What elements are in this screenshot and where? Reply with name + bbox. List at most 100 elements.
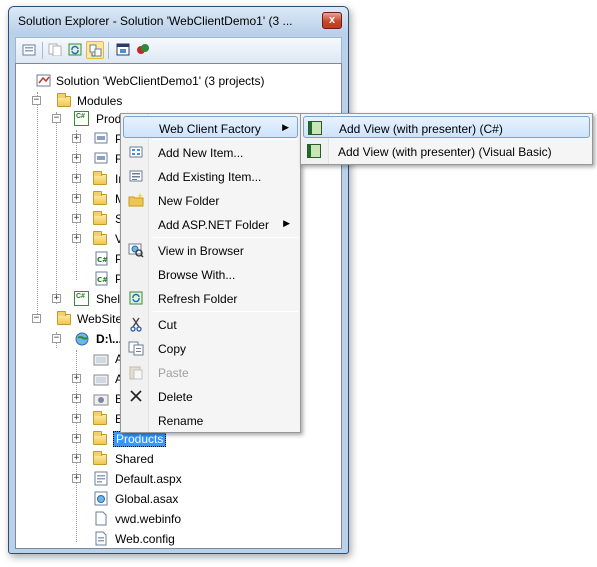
show-all-files-button[interactable] — [46, 41, 64, 59]
expand-toggle[interactable]: + — [72, 194, 81, 203]
expand-toggle[interactable]: + — [72, 374, 81, 383]
menu-item-label: Browse With... — [158, 268, 236, 282]
menu-item-label: Rename — [158, 414, 204, 428]
references-icon — [94, 152, 108, 164]
add-view-icon — [308, 121, 322, 135]
nest-related-files-button[interactable] — [86, 41, 104, 59]
menu-item-delete[interactable]: Delete — [123, 385, 298, 407]
tree-label: Global.asax — [115, 492, 179, 506]
nest-related-files-icon — [89, 44, 102, 57]
tree-node-website-root[interactable]: − D:\...\ — [16, 330, 136, 348]
expand-toggle[interactable]: + — [72, 394, 81, 403]
menu-item-copy[interactable]: Copy — [123, 337, 298, 359]
menu-item-label: Add View (with presenter) (Visual Basic) — [338, 145, 552, 159]
tree-node-child[interactable]: + Re — [16, 150, 136, 168]
collapse-toggle[interactable]: − — [32, 96, 41, 105]
copy-website-button[interactable] — [134, 41, 152, 59]
tree-node-child[interactable]: + Int — [16, 170, 136, 188]
tree-node-child[interactable]: Ap — [16, 350, 136, 368]
tree-node-child[interactable]: + Bin — [16, 390, 136, 408]
title-bar[interactable]: Solution Explorer - Solution 'WebClientD… — [9, 7, 348, 35]
folder-open-icon — [57, 93, 71, 107]
menu-item-label: New Folder — [158, 194, 220, 208]
tree-label: Shell — [96, 292, 123, 306]
menu-item-label: Refresh Folder — [158, 292, 238, 306]
tree-node-default-aspx[interactable]: + Default.aspx — [16, 470, 216, 488]
menu-item-add-view-csharp[interactable]: Add View (with presenter) (C#) — [303, 116, 590, 138]
refresh-folder-icon — [129, 291, 143, 305]
menu-item-label: Add View (with presenter) (C#) — [339, 122, 503, 136]
app-folder-icon — [93, 374, 109, 386]
tree-node-child[interactable]: + Ap — [16, 370, 136, 388]
collapse-toggle[interactable]: − — [32, 314, 41, 323]
collapse-toggle[interactable]: − — [52, 334, 61, 343]
view-designer-icon — [116, 43, 130, 56]
config-file-icon — [95, 531, 107, 546]
tree-node-global-asax[interactable]: Global.asax — [16, 490, 216, 508]
menu-item-add-view-vb[interactable]: Add View (with presenter) (Visual Basic) — [303, 140, 590, 162]
menu-item-rename[interactable]: Rename — [123, 409, 298, 431]
add-new-item-icon — [129, 146, 143, 158]
tree-node-modules[interactable]: − Modules — [16, 92, 336, 110]
tree-node-vwd-webinfo[interactable]: vwd.webinfo — [16, 510, 216, 528]
menu-separator — [153, 237, 298, 238]
expand-toggle[interactable]: + — [72, 134, 81, 143]
web-client-factory-submenu: Add View (with presenter) (C#) Add View … — [300, 113, 593, 165]
tree-node-solution[interactable]: Solution 'WebClientDemo1' (3 projects) — [16, 72, 336, 90]
submenu-arrow-icon: ▶ — [282, 122, 289, 132]
new-folder-icon — [128, 193, 144, 207]
expand-toggle[interactable]: + — [72, 434, 81, 443]
menu-item-label: View in Browser — [158, 244, 244, 258]
properties-button[interactable] — [20, 41, 38, 59]
tree-node-child[interactable]: + Err — [16, 410, 136, 428]
csharp-file-icon: C# — [95, 251, 108, 266]
menu-item-label: Add ASP.NET Folder — [158, 218, 269, 232]
expand-toggle[interactable]: + — [72, 174, 81, 183]
tree-label: Default.aspx — [115, 472, 182, 486]
menu-item-label: Add Existing Item... — [158, 170, 262, 184]
svg-text:C#: C# — [97, 276, 108, 284]
menu-item-refresh-folder[interactable]: Refresh Folder — [123, 287, 298, 309]
menu-item-add-aspnet-folder[interactable]: Add ASP.NET Folder ▶ — [123, 213, 298, 235]
tree-node-child[interactable]: C# Pre — [16, 250, 136, 268]
expand-toggle[interactable]: + — [72, 234, 81, 243]
folder-icon — [93, 231, 107, 245]
tree-node-child[interactable]: + Vie — [16, 230, 136, 248]
tree-node-child[interactable]: C# Pre — [16, 270, 136, 288]
tree-node-child[interactable]: + Se — [16, 210, 136, 228]
solution-icon — [36, 74, 51, 87]
expand-toggle[interactable]: + — [72, 454, 81, 463]
close-button[interactable]: x — [322, 12, 342, 29]
menu-item-label: Add New Item... — [158, 146, 244, 160]
view-designer-button[interactable] — [114, 41, 132, 59]
tree-node-shared[interactable]: + Shared — [16, 450, 176, 468]
expand-toggle[interactable]: + — [72, 474, 81, 483]
collapse-toggle[interactable]: − — [52, 114, 61, 123]
tree-node-child[interactable]: + Mo — [16, 190, 136, 208]
expand-toggle[interactable]: + — [72, 154, 81, 163]
tree-label: Solution 'WebClientDemo1' (3 projects) — [56, 74, 265, 88]
folder-icon — [93, 191, 107, 205]
menu-item-new-folder[interactable]: New Folder — [123, 189, 298, 211]
copy-website-icon — [137, 44, 149, 54]
csharp-file-icon: C# — [95, 271, 108, 286]
menu-item-web-client-factory[interactable]: Web Client Factory ▶ — [123, 116, 298, 138]
csharp-project-icon — [74, 291, 89, 306]
properties-icon — [22, 44, 36, 56]
expand-toggle[interactable]: + — [72, 214, 81, 223]
expand-toggle[interactable]: + — [52, 294, 61, 303]
refresh-button[interactable] — [66, 41, 84, 59]
toolbar — [15, 37, 342, 63]
menu-item-paste[interactable]: Paste — [123, 361, 298, 383]
expand-toggle[interactable]: + — [72, 414, 81, 423]
menu-item-cut[interactable]: Cut — [123, 313, 298, 335]
tree-node-web-config[interactable]: Web.config — [16, 530, 216, 548]
folder-icon — [93, 451, 107, 465]
menu-item-add-existing-item[interactable]: Add Existing Item... — [123, 165, 298, 187]
tree-node-child[interactable]: + Pre — [16, 130, 136, 148]
menu-item-add-new-item[interactable]: Add New Item... — [123, 141, 298, 163]
submenu-arrow-icon: ▶ — [283, 218, 290, 228]
menu-item-view-in-browser[interactable]: View in Browser — [123, 239, 298, 261]
tree-label: vwd.webinfo — [115, 512, 182, 526]
menu-item-browse-with[interactable]: Browse With... — [123, 263, 298, 285]
